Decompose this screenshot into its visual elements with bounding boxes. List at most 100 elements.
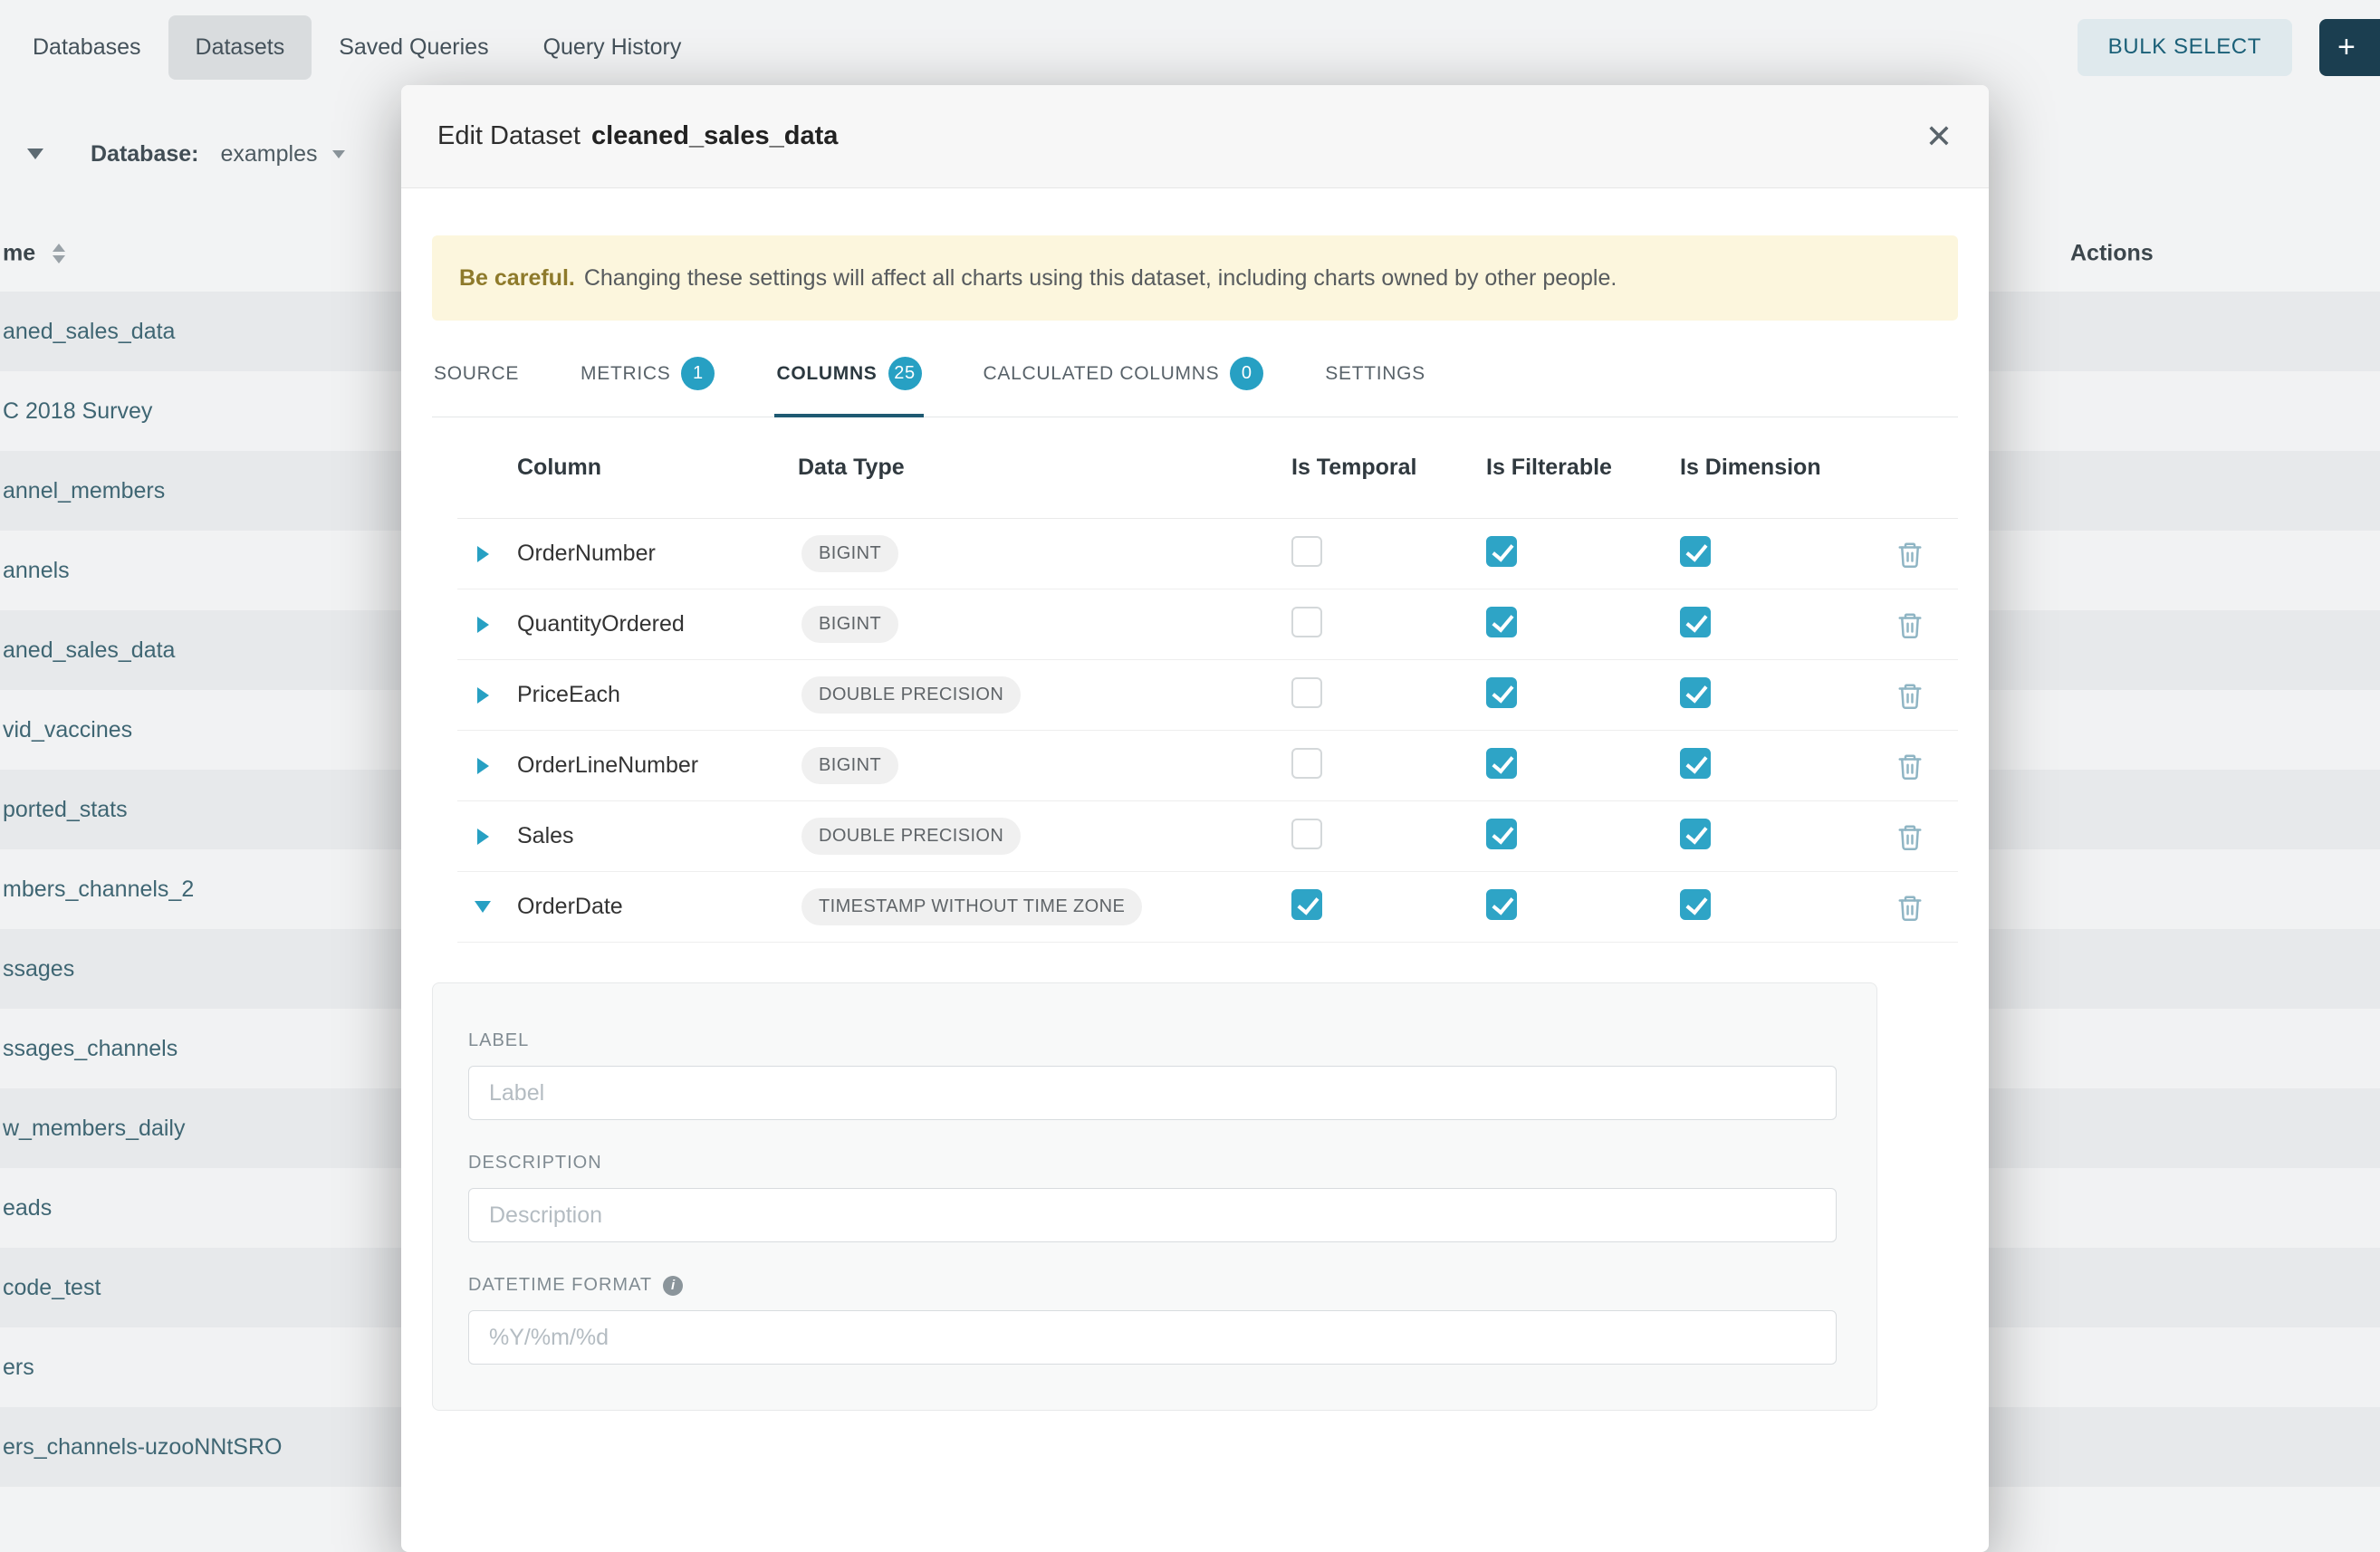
is-temporal-checkbox[interactable]: [1291, 536, 1322, 567]
is-dimension-checkbox[interactable]: [1680, 819, 1711, 849]
column-data-type: TIMESTAMP WITHOUT TIME ZONE: [801, 888, 1142, 925]
column-header: Column: [508, 455, 789, 481]
dataset-filter-bar: Database: examples: [0, 121, 345, 187]
caret-down-icon: [475, 901, 491, 913]
plus-icon: +: [2337, 32, 2356, 62]
is-dimension-checkbox[interactable]: [1680, 889, 1711, 920]
is-dimension-checkbox[interactable]: [1680, 677, 1711, 708]
info-icon[interactable]: i: [663, 1276, 683, 1296]
datetime-format-field-label: DATETIME FORMAT: [468, 1275, 652, 1296]
column-editor-panel: LABEL DESCRIPTION DATETIME FORMAT i: [432, 982, 1877, 1411]
is-dimension-checkbox[interactable]: [1680, 607, 1711, 637]
tab-label: SETTINGS: [1325, 363, 1425, 385]
is-filterable-checkbox[interactable]: [1486, 536, 1517, 567]
dataset-link[interactable]: code_test: [0, 1275, 101, 1301]
label-input[interactable]: [468, 1066, 1837, 1120]
dataset-link[interactable]: aned_sales_data: [0, 319, 175, 345]
is-dimension-checkbox[interactable]: [1680, 536, 1711, 567]
cell: [1666, 748, 1861, 783]
caret-down-icon[interactable]: [27, 148, 43, 159]
cell: [1666, 536, 1861, 571]
is-dimension-checkbox[interactable]: [1680, 748, 1711, 779]
database-filter-value[interactable]: examples: [221, 141, 318, 168]
nav-item-datasets[interactable]: Datasets: [168, 15, 312, 80]
is-temporal-checkbox[interactable]: [1291, 819, 1322, 849]
tab-settings[interactable]: SETTINGS: [1323, 337, 1427, 417]
dataset-link[interactable]: ers_channels-uzooNNtSRO: [0, 1434, 282, 1461]
cell: DOUBLE PRECISION: [789, 676, 1278, 714]
is-temporal-checkbox[interactable]: [1291, 748, 1322, 779]
is-filterable-checkbox[interactable]: [1486, 819, 1517, 849]
modal-title-dataset-name: cleaned_sales_data: [591, 121, 838, 151]
dataset-link[interactable]: w_members_daily: [0, 1116, 185, 1142]
expand-toggle[interactable]: [457, 901, 508, 913]
column-data-type: DOUBLE PRECISION: [801, 818, 1021, 855]
data-type-header: Data Type: [789, 455, 1278, 481]
sort-icon[interactable]: [53, 244, 65, 263]
tab-columns[interactable]: COLUMNS25: [774, 337, 923, 417]
cell: [1278, 607, 1473, 642]
dataset-link[interactable]: C 2018 Survey: [0, 398, 152, 425]
trash-icon[interactable]: [1896, 752, 1924, 780]
is-filterable-checkbox[interactable]: [1486, 677, 1517, 708]
chevron-down-icon[interactable]: [332, 150, 345, 158]
is-filterable-checkbox[interactable]: [1486, 889, 1517, 920]
table-row: SalesDOUBLE PRECISION: [457, 801, 1958, 872]
cell: [1473, 677, 1666, 713]
bulk-select-button[interactable]: BULK SELECT: [2078, 19, 2292, 76]
is-filterable-checkbox[interactable]: [1486, 607, 1517, 637]
is-temporal-checkbox[interactable]: [1291, 607, 1322, 637]
caret-right-icon: [477, 687, 489, 704]
cell: BIGINT: [789, 606, 1278, 643]
nav-item-databases[interactable]: Databases: [5, 15, 168, 80]
cell: [1666, 607, 1861, 642]
dataset-link[interactable]: ported_stats: [0, 797, 128, 823]
expand-toggle[interactable]: [457, 758, 508, 774]
tab-metrics[interactable]: METRICS1: [579, 337, 716, 417]
expand-toggle[interactable]: [457, 546, 508, 562]
nav-item-saved-queries[interactable]: Saved Queries: [312, 15, 515, 80]
dataset-link[interactable]: ssages_channels: [0, 1036, 178, 1062]
expand-toggle[interactable]: [457, 617, 508, 633]
tab-label: SOURCE: [434, 363, 519, 385]
expand-toggle[interactable]: [457, 687, 508, 704]
cell: [1473, 607, 1666, 642]
dataset-link[interactable]: annel_members: [0, 478, 165, 504]
tab-badge: 0: [1230, 357, 1263, 390]
trash-icon[interactable]: [1896, 611, 1924, 638]
modal-tabs: SOURCE METRICS1 COLUMNS25 CALCULATED COLUMN…: [432, 337, 1958, 417]
add-dataset-button[interactable]: +: [2319, 19, 2380, 76]
dataset-link[interactable]: mbers_channels_2: [0, 877, 194, 903]
trash-icon[interactable]: [1896, 894, 1924, 921]
dataset-link[interactable]: ers: [0, 1355, 34, 1381]
tab-label: COLUMNS: [776, 363, 877, 385]
column-name: QuantityOrdered: [508, 611, 789, 637]
description-input[interactable]: [468, 1188, 1837, 1242]
dataset-link[interactable]: ssages: [0, 956, 74, 982]
name-column-header[interactable]: me: [3, 241, 35, 267]
trash-icon[interactable]: [1896, 541, 1924, 568]
column-data-type: BIGINT: [801, 747, 898, 784]
dataset-link[interactable]: vid_vaccines: [0, 717, 132, 743]
edit-dataset-modal: Edit Dataset cleaned_sales_data ✕ Be car…: [401, 85, 1989, 1552]
expand-toggle[interactable]: [457, 829, 508, 845]
modal-title-prefix: Edit Dataset: [437, 121, 581, 151]
trash-icon[interactable]: [1896, 823, 1924, 850]
table-row: OrderLineNumberBIGINT: [457, 731, 1958, 801]
datetime-format-input[interactable]: [468, 1310, 1837, 1365]
dataset-link[interactable]: eads: [0, 1195, 52, 1221]
is-temporal-checkbox[interactable]: [1291, 889, 1322, 920]
columns-rows: OrderNumberBIGINTQuantityOrderedBIGINTPr…: [457, 519, 1958, 943]
close-icon[interactable]: ✕: [1925, 120, 1953, 153]
dataset-link[interactable]: annels: [0, 558, 70, 584]
is-temporal-checkbox[interactable]: [1291, 677, 1322, 708]
cell: [1861, 682, 1958, 709]
columns-table-header: Column Data Type Is Temporal Is Filterab…: [457, 417, 1958, 519]
dataset-link[interactable]: aned_sales_data: [0, 637, 175, 664]
tab-source[interactable]: SOURCE: [432, 337, 521, 417]
trash-icon[interactable]: [1896, 682, 1924, 709]
tab-calculated-columns[interactable]: CALCULATED COLUMNS0: [982, 337, 1266, 417]
cell: [1473, 889, 1666, 924]
nav-item-query-history[interactable]: Query History: [516, 15, 709, 80]
is-filterable-checkbox[interactable]: [1486, 748, 1517, 779]
